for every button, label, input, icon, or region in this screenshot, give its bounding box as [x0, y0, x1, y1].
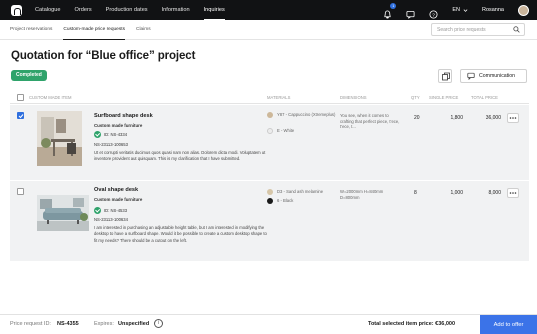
language-label: EN	[452, 7, 460, 13]
material-label: 6 - Black	[277, 198, 294, 203]
total-price: 36,000	[485, 115, 501, 121]
copy-button[interactable]	[438, 69, 452, 83]
tab-custom-made-price-requests[interactable]: Custom-made price requests	[63, 20, 125, 40]
material-item: D3 - Sand ash melamine	[267, 189, 323, 195]
chat-icon	[467, 72, 475, 80]
nav-item-inquiries[interactable]: Inquiries	[203, 0, 225, 20]
material-label: Y87 - Cappuccino (Xtremeplus)	[277, 112, 336, 117]
material-swatch	[267, 189, 273, 195]
total-selected-price: Total selected item price: €36,000	[368, 321, 456, 327]
nav-item-information[interactable]: Information	[162, 0, 190, 20]
header-dimensions: DIMENSIONS	[340, 95, 367, 100]
more-options-button[interactable]	[507, 113, 519, 123]
bell-icon[interactable]: 1	[383, 2, 397, 19]
copy-icon	[442, 72, 450, 81]
chevron-down-icon	[463, 8, 468, 12]
header-materials: MATERIALS	[267, 95, 291, 100]
product-qty: 20	[414, 115, 420, 121]
material-swatch	[267, 128, 273, 134]
select-all-checkbox[interactable]	[17, 94, 24, 101]
search-icon[interactable]	[513, 26, 520, 33]
help-icon[interactable]: ?	[429, 6, 438, 19]
material-swatch	[267, 198, 273, 204]
material-label: E - White	[277, 128, 295, 133]
single-price: 1,000	[450, 190, 463, 196]
footer-bar: Price request ID: NS-4355 Expires: Unspe…	[0, 314, 537, 334]
check-circle-icon	[94, 131, 101, 138]
messages-icon[interactable]	[406, 6, 415, 19]
product-name[interactable]: Oval shape desk	[94, 187, 138, 193]
request-id-label: Price request ID:	[10, 321, 51, 327]
top-nav-bar: Catalogue Orders Production dates Inform…	[0, 0, 537, 20]
check-circle-icon	[94, 207, 101, 214]
expires-value: Unspecified	[118, 321, 150, 327]
product-ns-code: NS-23113-100653	[94, 142, 128, 147]
nav-item-production-dates[interactable]: Production dates	[106, 0, 148, 20]
total-price: 8,000	[488, 190, 501, 196]
header-total-price: TOTAL PRICE	[471, 95, 498, 100]
product-image	[37, 195, 89, 231]
status-badge: Completed	[11, 70, 47, 81]
product-description: Ut et corrupti veritatis ducimus quos qu…	[94, 150, 266, 162]
table-row[interactable]: Oval shape desk Custom made furniture ID…	[10, 181, 529, 261]
product-name[interactable]: Surfboard shape desk	[94, 113, 153, 119]
language-selector[interactable]: EN	[452, 7, 468, 13]
info-icon[interactable]: i	[154, 319, 163, 328]
page-title: Quotation for “Blue office” project	[11, 50, 196, 62]
search-input[interactable]	[437, 26, 512, 33]
nav-item-catalogue[interactable]: Catalogue	[35, 0, 61, 20]
svg-text:?: ?	[432, 12, 435, 18]
product-image	[37, 111, 82, 166]
add-to-offer-button[interactable]: Add to offer	[480, 315, 537, 334]
row-checkbox[interactable]	[17, 112, 24, 119]
header-qty: QTY	[411, 95, 420, 100]
product-dimensions: You see, when it comes to crafting that …	[340, 113, 400, 130]
user-name[interactable]: Rosanna	[482, 7, 504, 13]
material-item: Y87 - Cappuccino (Xtremeplus)	[267, 112, 337, 118]
material-item: 6 - Black	[267, 198, 293, 204]
request-id-value: NS-4355	[57, 321, 79, 327]
material-item: E - White	[267, 128, 294, 134]
nav-item-orders[interactable]: Orders	[75, 0, 92, 20]
expires-label: Expires:	[94, 321, 114, 327]
avatar[interactable]	[518, 4, 529, 16]
brand-logo[interactable]	[11, 4, 22, 16]
header-single-price: SINGLE PRICE	[429, 95, 459, 100]
more-options-button[interactable]	[507, 188, 519, 198]
communication-button[interactable]: Communication	[460, 69, 527, 83]
table-header: CUSTOM MADE ITEM MATERIALS DIMENSIONS QT…	[10, 91, 529, 104]
product-type: Custom made furniture	[94, 197, 143, 202]
more-icon	[509, 117, 517, 119]
product-description: I am interested in purchasing an adjusta…	[94, 225, 267, 243]
header-custom-made-item: CUSTOM MADE ITEM	[29, 95, 72, 100]
product-id: ID: NS-4533	[94, 207, 127, 214]
tab-claims[interactable]: Claims	[136, 20, 151, 40]
product-id: ID: NS-4334	[94, 131, 127, 138]
notification-badge: 1	[390, 2, 397, 9]
product-type: Custom made furniture	[94, 123, 143, 128]
search-box	[431, 23, 525, 36]
product-ns-code: NS-23113-100634	[94, 217, 128, 222]
tab-project-reservations[interactable]: Project reservations	[10, 20, 52, 40]
material-swatch	[267, 112, 273, 118]
more-icon	[509, 192, 517, 194]
single-price: 1,800	[450, 115, 463, 121]
table-row[interactable]: Surfboard shape desk Custom made furnitu…	[10, 105, 529, 180]
row-checkbox[interactable]	[17, 188, 24, 195]
product-id-label: ID: NS-4533	[104, 208, 128, 213]
product-id-label: ID: NS-4334	[104, 132, 128, 137]
communication-label: Communication	[479, 73, 516, 79]
product-dimensions: W=2000mm H=840mm D=800mm	[340, 189, 384, 200]
product-qty: 8	[414, 190, 417, 196]
material-label: D3 - Sand ash melamine	[277, 189, 324, 194]
checkmark-icon	[18, 114, 24, 119]
